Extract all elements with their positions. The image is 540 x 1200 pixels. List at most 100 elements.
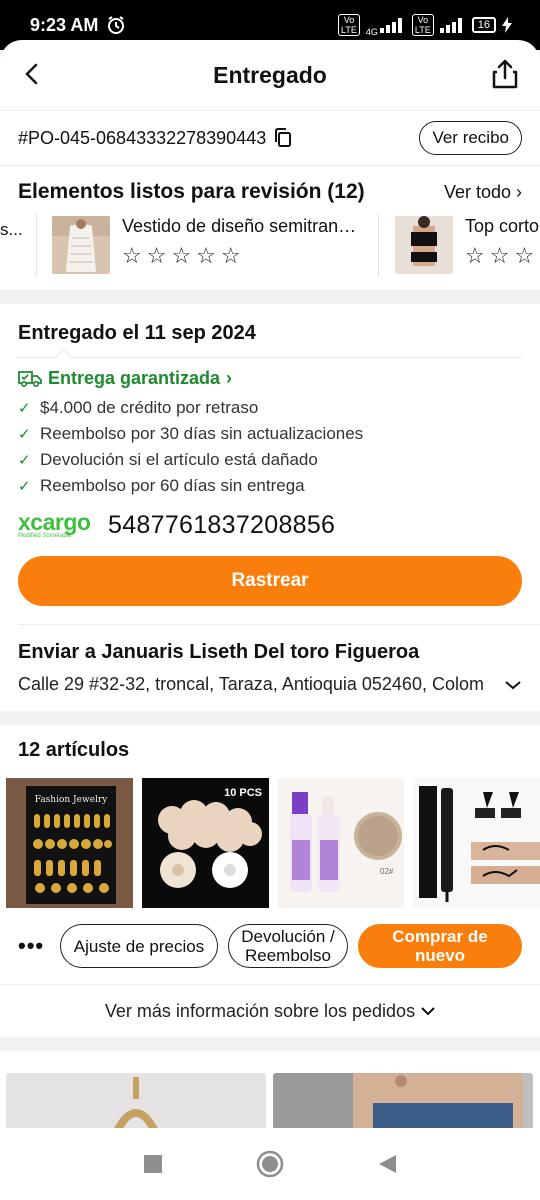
share-icon[interactable] — [490, 58, 520, 90]
eyeliner-image — [413, 778, 540, 908]
carrier-logo-subtext: Modified Somerable — [18, 533, 72, 539]
product-thumbnail — [395, 216, 453, 274]
back-button[interactable] — [376, 1153, 398, 1175]
product-image — [273, 1073, 533, 1131]
order-id: #PO-045-06843332278390443 — [18, 127, 267, 148]
benefit-text: $4.000 de crédito por retraso — [40, 398, 259, 417]
jewelry-image: Fashion Jewelry — [6, 778, 133, 908]
return-refund-button[interactable]: Devolución / Reembolso — [228, 924, 348, 968]
review-item-name: Top corto — [465, 216, 540, 236]
section-gap — [0, 711, 540, 725]
review-items-strip[interactable]: s... Vestido de diseño semitran… ☆☆☆☆☆ T… — [0, 208, 540, 290]
section-gap — [0, 290, 540, 304]
battery-level: 16 — [477, 19, 490, 31]
ship-to-name: Enviar a Januaris Liseth Del toro Figuer… — [18, 641, 420, 663]
benefit-item: ✓ Devolución si el artículo está dañado — [18, 447, 522, 473]
review-item[interactable]: Vestido de diseño semitran… ☆☆☆☆☆ — [52, 216, 356, 274]
home-button[interactable] — [256, 1150, 284, 1178]
shipping-section[interactable]: Enviar a Januaris Liseth Del toro Figuer… — [0, 625, 540, 711]
benefit-text: Reembolso por 30 días sin actualizacione… — [40, 424, 364, 443]
recent-apps-button[interactable] — [142, 1153, 164, 1175]
items-section: 12 artículos Fashion Jewelry 10 PCS 02# … — [0, 725, 540, 1037]
divider — [18, 348, 522, 365]
ship-address: Calle 29 #32-32, troncal, Taraza, Antioq… — [18, 674, 484, 694]
battery-icon: 16 — [471, 17, 496, 33]
more-info-label: Ver más información sobre los pedidos — [104, 1000, 416, 1021]
see-all-link[interactable]: Ver todo › — [444, 182, 522, 203]
charging-icon — [502, 17, 512, 33]
chevron-down-icon[interactable] — [504, 679, 522, 691]
order-id-row: #PO-045-06843332278390443 Ver recibo — [0, 111, 540, 166]
recommended-product[interactable] — [273, 1073, 533, 1131]
track-button[interactable]: Rastrear — [18, 556, 522, 606]
review-item-partial: s... — [0, 220, 23, 239]
benefit-item: ✓ Reembolso por 60 días sin entrega — [18, 473, 522, 499]
order-actions: ••• Ajuste de precios Devolución / Reemb… — [0, 908, 540, 968]
header: Entregado — [0, 40, 540, 111]
divider — [36, 214, 37, 276]
check-icon: ✓ — [18, 426, 31, 443]
delivered-date: Entregado el 11 sep 2024 — [18, 322, 256, 344]
thumb-label: 10 PCS — [224, 787, 262, 799]
check-icon: ✓ — [18, 400, 31, 417]
check-icon: ✓ — [18, 478, 31, 495]
benefit-text: Devolución si el artículo está dañado — [40, 450, 318, 469]
signal-icon-2 — [439, 18, 462, 33]
ship-address-row[interactable]: Calle 29 #32-32, troncal, Taraza, Antioq… — [18, 674, 522, 695]
alarm-icon — [108, 16, 125, 34]
items-count-title: 12 artículos — [18, 739, 130, 761]
product-image — [6, 1073, 266, 1131]
carrier-logo-text: xcargo — [18, 509, 91, 535]
copy-icon[interactable] — [274, 128, 292, 148]
recommended-product[interactable] — [6, 1073, 266, 1131]
thumb-label: Fashion Jewelry — [35, 795, 109, 805]
network-type: 4G — [365, 27, 378, 37]
volte-icon: Vo LTE — [338, 14, 360, 36]
volte-icon-2: Vo LTE — [411, 14, 434, 36]
carrier-logo: xcargo Modified Somerable — [18, 511, 98, 540]
review-item[interactable]: Top corto ☆☆☆☆☆ — [395, 216, 540, 274]
review-item-name: Vestido de diseño semitran… — [122, 216, 357, 236]
price-adjust-button[interactable]: Ajuste de precios — [60, 924, 218, 968]
benefits-list: ✓ $4.000 de crédito por retraso ✓ Reembols… — [18, 395, 522, 499]
product-thumbnail — [52, 216, 110, 274]
delivery-section: Entregado el 11 sep 2024 Entrega garanti… — [0, 304, 540, 624]
rating-stars[interactable]: ☆☆☆☆☆ — [122, 243, 356, 269]
review-section-header: Elementos listos para revisión (12) Ver … — [0, 166, 540, 208]
benefit-text: Reembolso por 60 días sin entrega — [40, 476, 305, 495]
items-thumbnails[interactable]: Fashion Jewelry 10 PCS 02# — [0, 762, 540, 908]
system-nav-bar — [0, 1128, 540, 1200]
item-thumbnail[interactable] — [413, 778, 540, 908]
recommendations — [0, 1051, 540, 1131]
page-title: Entregado — [213, 61, 327, 88]
svg-text:02#: 02# — [380, 867, 394, 876]
see-all-label: Ver todo — [443, 181, 511, 202]
tracking-number: 5487761837208856 — [108, 511, 336, 539]
item-thumbnail[interactable]: 02# — [277, 778, 405, 908]
back-arrow-icon[interactable] — [20, 62, 44, 86]
signal-icon — [379, 18, 402, 33]
more-options-button[interactable]: ••• — [18, 933, 50, 959]
more-order-info-link[interactable]: Ver más información sobre los pedidos — [0, 984, 540, 1037]
chevron-right-icon: › — [226, 368, 233, 388]
benefit-item: ✓ Reembolso por 30 días sin actualizacion… — [18, 421, 522, 447]
item-thumbnail[interactable]: Fashion Jewelry — [6, 778, 133, 908]
tracking-row: xcargo Modified Somerable 54877618372088… — [18, 511, 522, 540]
status-time: 9:23 AM — [30, 14, 99, 35]
benefit-item: ✓ $4.000 de crédito por retraso — [18, 395, 522, 421]
concealer-image: 02# — [277, 778, 405, 908]
guaranteed-delivery-link[interactable]: Entrega garantizada › — [18, 368, 522, 389]
delivery-truck-icon — [18, 370, 42, 387]
section-gap — [0, 1037, 540, 1051]
chevron-down-icon — [421, 1007, 435, 1016]
guarantee-label: Entrega garantizada — [48, 368, 221, 388]
check-icon: ✓ — [18, 452, 31, 469]
nipple-covers-image: 10 PCS — [141, 778, 269, 908]
order-detail-sheet: Entregado #PO-045-06843332278390443 Ver … — [0, 40, 540, 1131]
buy-again-button[interactable]: Comprar de nuevo — [358, 924, 522, 968]
view-receipt-button[interactable]: Ver recibo — [419, 121, 522, 155]
review-title: Elementos listos para revisión (12) — [18, 180, 365, 203]
rating-stars[interactable]: ☆☆☆☆☆ — [465, 243, 540, 269]
divider — [378, 214, 379, 276]
item-thumbnail[interactable]: 10 PCS — [141, 778, 269, 908]
